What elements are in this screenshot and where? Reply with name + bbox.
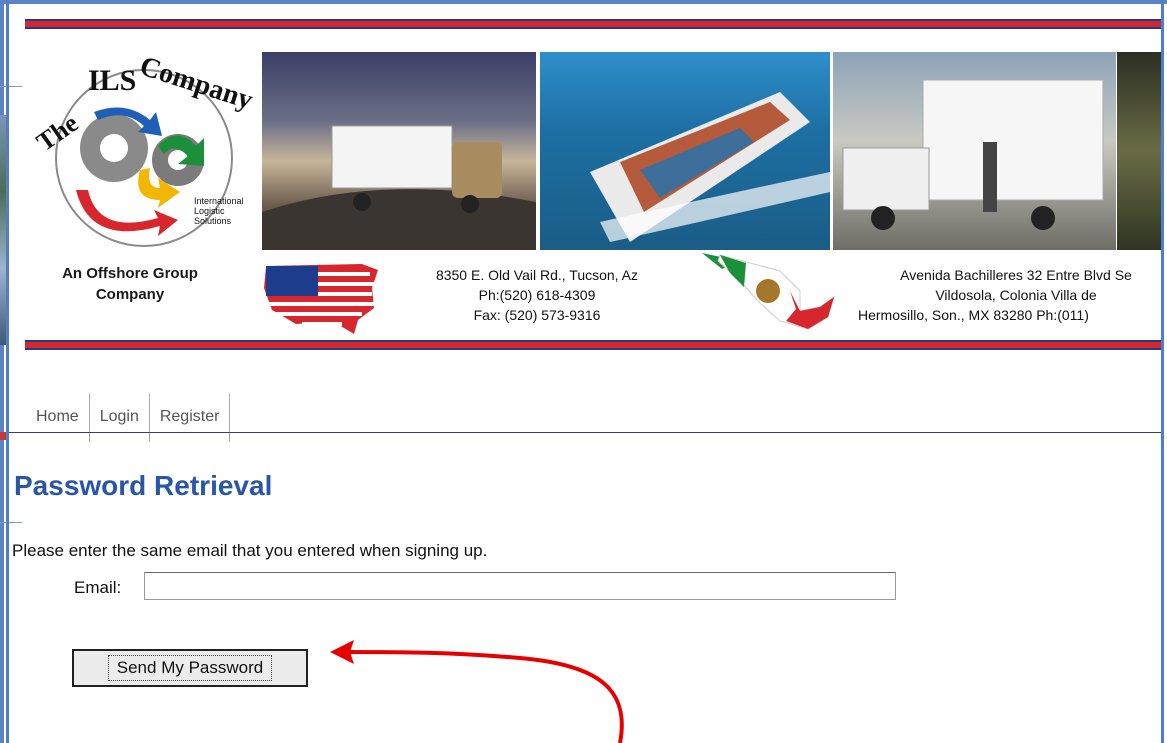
- screenshot-frame-inner-left: [6, 0, 9, 743]
- tagline-line-2: Company: [95, 286, 165, 303]
- page-title: Password Retrieval: [14, 470, 273, 501]
- background-window-line: [0, 522, 22, 523]
- screenshot-frame-left: [0, 0, 4, 743]
- photo-warehouse: [1117, 52, 1161, 250]
- logo-sub-3: Solutions: [194, 216, 232, 226]
- us-address-fax: Fax: (520) 573-9316: [473, 307, 601, 323]
- logo-sub-2: Logistic: [194, 206, 225, 216]
- screenshot-frame-top: [0, 0, 1167, 4]
- send-my-password-button[interactable]: Send My Password: [72, 649, 308, 687]
- nav-home[interactable]: Home: [26, 394, 90, 442]
- nav-login[interactable]: Login: [90, 394, 150, 442]
- mx-address-line-2: Vildosola, Colonia Villa de: [935, 287, 1097, 303]
- mx-address-line-1: Avenida Bachilleres 32 Entre Blvd Se: [900, 267, 1132, 283]
- logo-text-ils: ILS: [88, 64, 136, 97]
- photo-box-truck: [833, 52, 1116, 250]
- send-button-label: Send My Password: [107, 655, 273, 681]
- logo-text-the: The: [31, 108, 83, 157]
- ils-company-logo[interactable]: The ILS Company International Logistic S…: [28, 50, 260, 255]
- background-window-line: [0, 86, 22, 87]
- us-office-address: 8350 E. Old Vail Rd., Tucson, Az Ph:(520…: [404, 265, 670, 325]
- screenshot-frame-right: [1161, 0, 1164, 743]
- logo-sub-1: International: [194, 196, 244, 206]
- company-tagline: An Offshore Group Company: [30, 263, 230, 305]
- mx-office-address: Avenida Bachilleres 32 Entre Blvd Se Vil…: [856, 265, 1167, 325]
- usa-flag-map-icon: [264, 264, 378, 334]
- mexico-flag-map-icon: [702, 253, 835, 330]
- nav-divider: [9, 432, 1161, 433]
- logo-text-company: Company: [136, 51, 257, 117]
- photo-container-ship: [540, 52, 830, 250]
- header-rule-bottom: [25, 340, 1161, 350]
- tagline-line-1: An Offshore Group: [62, 265, 198, 282]
- email-label: Email:: [74, 578, 122, 597]
- mx-address-line-3: Hermosillo, Son., MX 83280 Ph:(011): [858, 307, 1089, 323]
- main-nav: Home Login Register: [26, 394, 231, 442]
- email-input[interactable]: [144, 572, 896, 600]
- us-address-phone: Ph:(520) 618-4309: [478, 287, 596, 303]
- us-address-line-1: 8350 E. Old Vail Rd., Tucson, Az: [435, 267, 639, 283]
- instructions-text: Please enter the same email that you ent…: [12, 541, 488, 560]
- photo-semi-truck: [262, 52, 536, 250]
- header-rule-top: [25, 19, 1161, 29]
- nav-register[interactable]: Register: [150, 394, 231, 442]
